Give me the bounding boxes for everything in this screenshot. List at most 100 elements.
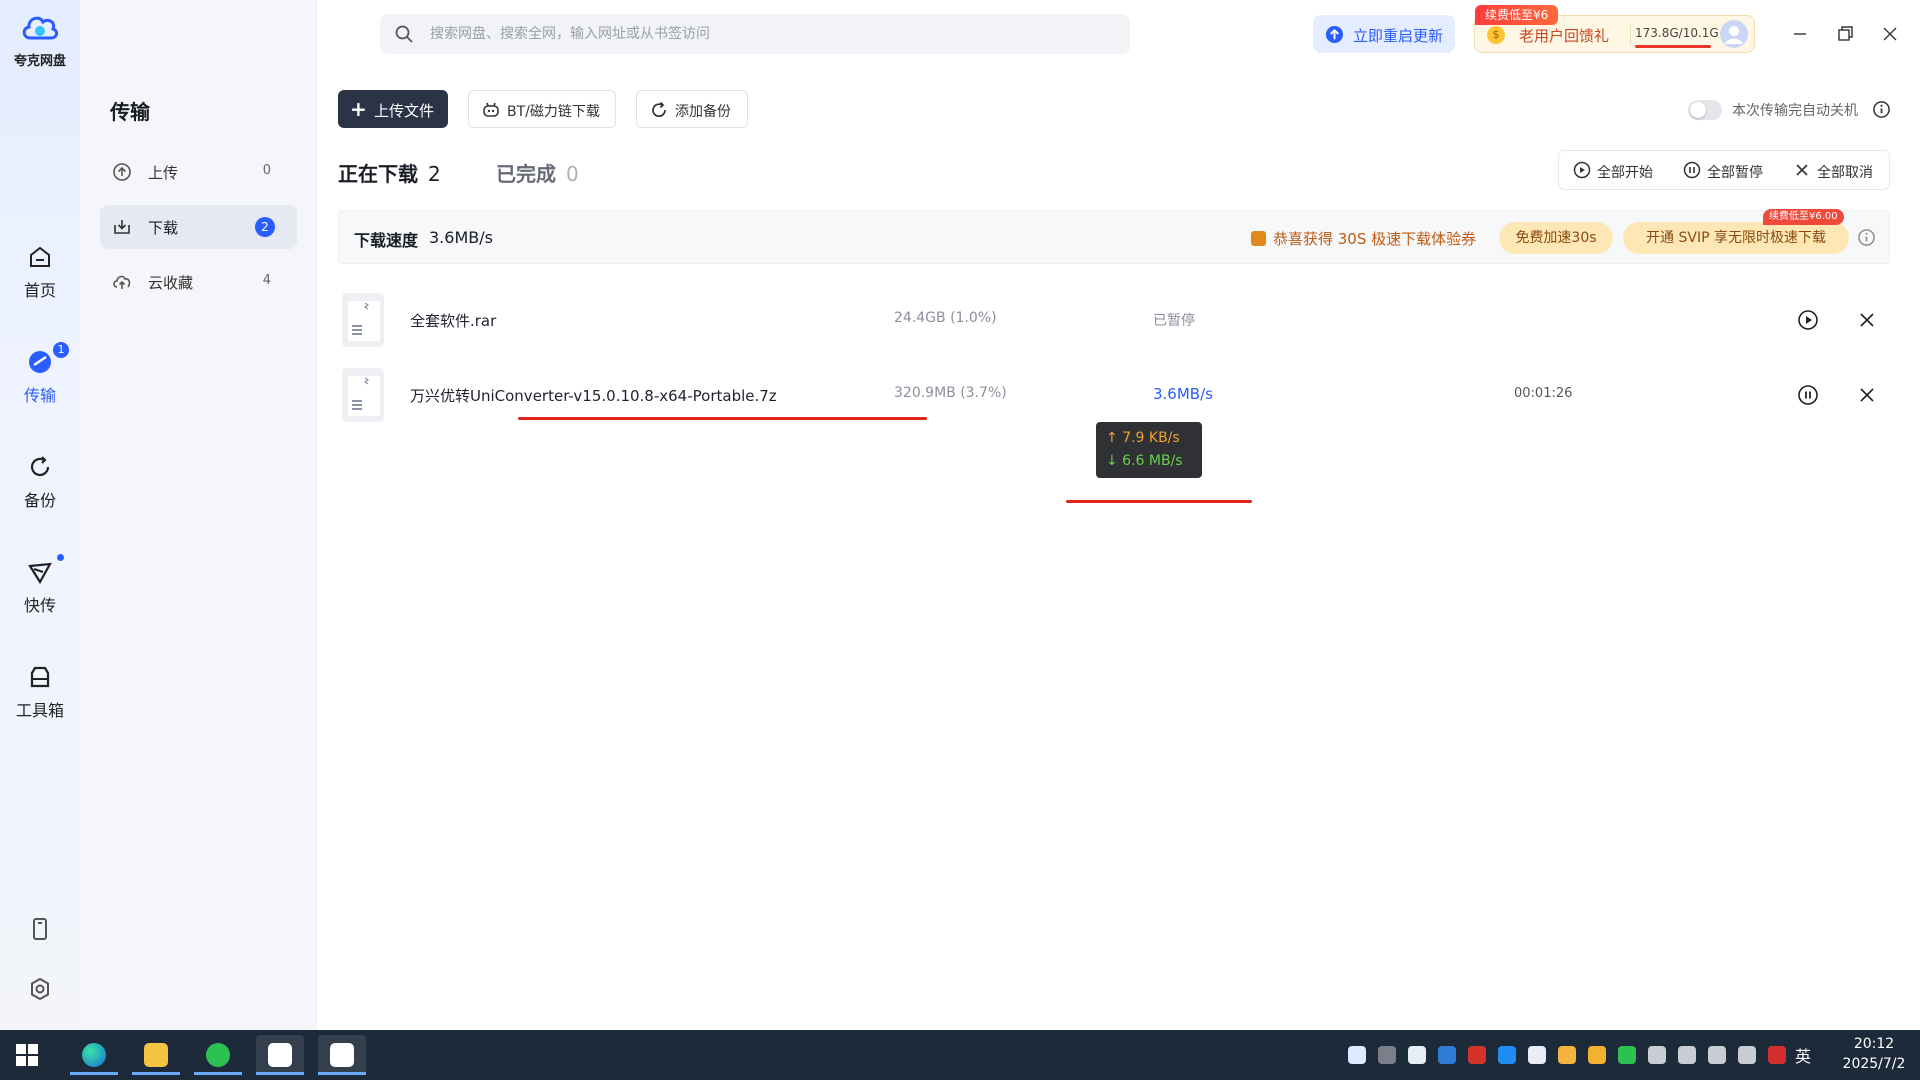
sidebar-count-upload: 0: [262, 163, 271, 178]
home-icon: [30, 246, 50, 267]
bulk-actions: 全部开始 全部暂停 全部取消: [1558, 150, 1890, 190]
plus-icon: +: [350, 97, 367, 121]
tray-sync-icon[interactable]: [1528, 1046, 1546, 1064]
add-backup-button[interactable]: 添加备份: [636, 90, 748, 128]
rail-item-quick-send[interactable]: 快传: [0, 554, 80, 616]
tray-feishu-icon[interactable]: [1498, 1046, 1516, 1064]
free-accelerate-button[interactable]: 免费加速30s: [1499, 222, 1613, 254]
tray-input-method-icon[interactable]: [1768, 1046, 1786, 1064]
rail-item-backup[interactable]: 备份: [0, 453, 80, 511]
rail-item-transfer[interactable]: 1 传输: [0, 342, 80, 406]
restore-icon[interactable]: [1831, 20, 1859, 48]
toggle-knob: [1690, 102, 1706, 118]
tab-completed[interactable]: 已完成 0: [496, 158, 579, 187]
close-window-icon[interactable]: [1876, 20, 1904, 48]
rail-label-toolbox: 工具箱: [15, 701, 64, 720]
tab-completed-label: 已完成: [496, 162, 556, 186]
close-icon[interactable]: [1856, 384, 1878, 406]
speed-info-icon[interactable]: [1857, 228, 1876, 247]
play-circle-icon: [1573, 161, 1591, 179]
taskbar-wechat[interactable]: [194, 1035, 242, 1075]
sidebar-label-download: 下载: [148, 219, 179, 237]
storage-quota: 173.8G/10.1G: [1635, 26, 1719, 40]
tray-wps-icon[interactable]: [1468, 1046, 1486, 1064]
current-speed: 3.6MB/s: [429, 228, 493, 247]
restart-update-button[interactable]: 立即重启更新: [1313, 15, 1455, 53]
cloud-save-icon: [113, 275, 131, 289]
open-svip-button[interactable]: 开通 SVIP 享无限时极速下载: [1623, 222, 1849, 254]
tray-usb-icon[interactable]: [1678, 1046, 1696, 1064]
cancel-all-label: 全部取消: [1817, 165, 1873, 181]
download-icon: [114, 220, 130, 234]
taskbar-file-explorer[interactable]: [132, 1035, 180, 1075]
taskbar-active-indicator: [318, 1072, 366, 1075]
tray-wechat-icon[interactable]: [1618, 1046, 1636, 1064]
settings-icon[interactable]: [26, 975, 54, 1003]
windows-start-icon[interactable]: [16, 1044, 38, 1066]
tray-shield-icon[interactable]: [1588, 1046, 1606, 1064]
tray-folder-icon[interactable]: [1558, 1046, 1576, 1064]
search-input[interactable]: [430, 14, 1110, 54]
rail-label-home: 首页: [23, 281, 56, 300]
tab-downloading[interactable]: 正在下载 2: [338, 158, 441, 187]
download-row[interactable]: 全套软件.rar 24.4GB (1.0%) 已暂停: [330, 285, 1890, 355]
sidebar-title: 传输: [110, 100, 150, 124]
sidebar-count-download: 2: [255, 217, 275, 237]
speed-title: 下载速度: [354, 231, 419, 250]
promo-banner[interactable]: 续费低至¥6 $ 老用户回馈礼 173.8G/10.1G: [1474, 5, 1755, 53]
edge-icon: [82, 1043, 106, 1067]
app-logo[interactable]: 夸克网盘: [10, 10, 70, 69]
tray-check-icon[interactable]: [1438, 1046, 1456, 1064]
phone-icon[interactable]: [26, 915, 54, 943]
taskbar-baidu-netdisk[interactable]: [256, 1035, 304, 1075]
download-speed-bar: 下载速度 3.6MB/s 恭喜获得 30S 极速下载体验券 免费加速30s 开通…: [338, 209, 1890, 264]
taskbar-edge[interactable]: [70, 1035, 118, 1075]
input-language[interactable]: 英: [1795, 1043, 1811, 1067]
coupon-text: 恭喜获得 30S 极速下载体验券: [1273, 230, 1477, 248]
sidebar-count-cloud-save: 4: [262, 273, 271, 288]
promo-label: 老用户回馈礼: [1519, 27, 1610, 45]
file-size: 320.9MB (3.7%): [894, 385, 1007, 401]
promo-divider: [1630, 25, 1631, 45]
tray-network-icon[interactable]: [1738, 1046, 1756, 1064]
taskbar-quark-netdisk[interactable]: [318, 1035, 366, 1075]
taskbar-active-indicator: [194, 1072, 242, 1075]
bt-magnet-download-button[interactable]: BT/磁力链下载: [468, 90, 616, 128]
pause-icon[interactable]: [1797, 384, 1819, 406]
tray-volume-icon[interactable]: [1708, 1046, 1726, 1064]
auto-shutdown-toggle[interactable]: [1688, 100, 1722, 120]
clock-time: 20:12: [1853, 1036, 1895, 1052]
nav-rail: 夸克网盘 首页 1 传输 备份 快传 工具箱: [0, 0, 80, 1030]
close-icon[interactable]: [1856, 309, 1878, 331]
info-icon[interactable]: [1872, 100, 1891, 119]
start-all-label: 全部开始: [1597, 165, 1653, 181]
backup-icon: [30, 456, 50, 476]
upload-rate: ↑ 7.9 KB/s: [1106, 430, 1180, 446]
upload-file-button[interactable]: + 上传文件: [338, 90, 448, 128]
speed-tooltip: ↑ 7.9 KB/s ↓ 6.6 MB/s: [1096, 422, 1202, 478]
tab-downloading-count: 2: [428, 162, 441, 186]
promo-tag: 续费低至¥6: [1475, 5, 1559, 25]
tab-downloading-label: 正在下载: [338, 162, 418, 186]
tray-quark-icon[interactable]: [1348, 1046, 1366, 1064]
archive-file-icon: [342, 293, 384, 347]
search-icon: [395, 25, 413, 43]
play-icon[interactable]: [1797, 309, 1819, 331]
search-bar[interactable]: [380, 14, 1130, 54]
sidebar-item-download[interactable]: 下载 2: [100, 205, 297, 249]
minimize-icon[interactable]: [1786, 20, 1814, 48]
tray-battery-icon[interactable]: [1648, 1046, 1666, 1064]
system-clock[interactable]: 20:12 2025/7/2: [1834, 1034, 1914, 1074]
folder-icon: [144, 1043, 168, 1067]
avatar[interactable]: [1720, 20, 1748, 48]
app-name: 夸克网盘: [13, 54, 66, 69]
annotation-underline-speed: [1066, 500, 1252, 503]
sidebar-item-cloud-save[interactable]: 云收藏 4: [100, 260, 297, 304]
sidebar-item-upload[interactable]: 上传 0: [100, 150, 297, 194]
tray-netdisk-icon[interactable]: [1408, 1046, 1426, 1064]
quark-logo-icon: [22, 16, 59, 40]
rail-item-toolbox[interactable]: 工具箱: [0, 663, 80, 721]
rail-item-home[interactable]: 首页: [0, 243, 80, 301]
rail-label-quick-send: 快传: [23, 596, 56, 615]
tray-app-icon[interactable]: [1378, 1046, 1396, 1064]
